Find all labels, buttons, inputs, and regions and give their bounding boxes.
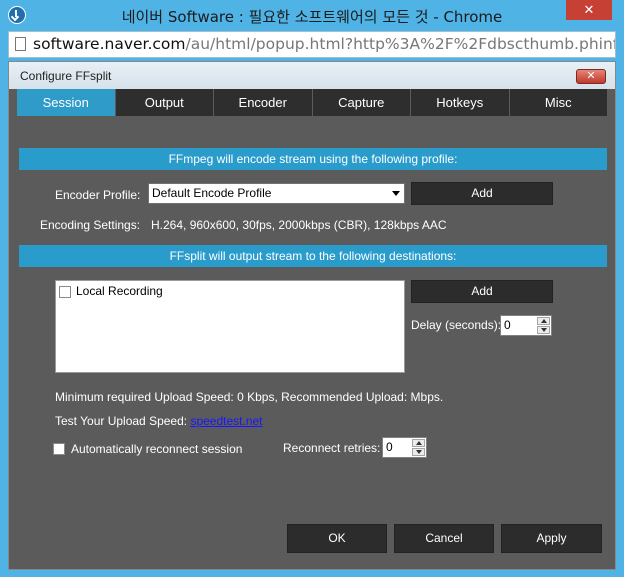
dialog-close-button[interactable]: ✕ xyxy=(576,69,606,84)
destinations-list[interactable]: Local Recording xyxy=(55,280,405,373)
spin-down-icon[interactable] xyxy=(537,326,550,334)
local-recording-label: Local Recording xyxy=(76,284,163,298)
reconnect-retries-stepper[interactable]: 0 xyxy=(382,437,427,458)
dialog-title: Configure FFsplit xyxy=(20,69,112,83)
window-titlebar: 네이버 Software : 필요한 소프트웨어의 모든 것 - Chrome … xyxy=(0,0,624,30)
configure-dialog: Configure FFsplit ✕ Session Output Encod… xyxy=(8,61,616,570)
dialog-titlebar: Configure FFsplit ✕ xyxy=(9,62,615,89)
test-upload-label: Test Your Upload Speed: xyxy=(55,414,188,428)
tab-hotkeys[interactable]: Hotkeys xyxy=(411,89,510,116)
tab-session[interactable]: Session xyxy=(17,89,116,116)
test-upload-row: Test Your Upload Speed: speedtest.net xyxy=(55,414,263,428)
add-destination-button[interactable]: Add xyxy=(411,280,553,303)
tab-misc[interactable]: Misc xyxy=(509,89,607,116)
apply-button[interactable]: Apply xyxy=(501,524,602,553)
reconnect-retries-value: 0 xyxy=(386,440,393,454)
url-host: software.naver.com xyxy=(33,35,186,53)
output-banner: FFsplit will output stream to the follow… xyxy=(19,245,607,267)
window-title: 네이버 Software : 필요한 소프트웨어의 모든 것 - Chrome xyxy=(121,8,503,26)
encoding-settings-label: Encoding Settings: xyxy=(40,218,141,232)
encoder-profile-label: Encoder Profile: xyxy=(55,188,141,202)
encoding-settings-value: H.264, 960x600, 30fps, 2000kbps (CBR), 1… xyxy=(151,218,447,232)
address-bar[interactable]: software.naver.com/au/html/popup.html?ht… xyxy=(8,31,616,58)
spin-up-icon[interactable] xyxy=(537,317,550,325)
tab-capture[interactable]: Capture xyxy=(312,89,411,116)
auto-reconnect-label: Automatically reconnect session xyxy=(71,442,243,456)
page-icon xyxy=(15,37,26,51)
tab-encoder[interactable]: Encoder xyxy=(214,89,313,116)
delay-label: Delay (seconds): xyxy=(411,318,502,332)
tab-bar: Session Output Encoder Capture Hotkeys M… xyxy=(17,89,607,116)
reconnect-retries-label: Reconnect retries: xyxy=(283,441,381,455)
spin-up-icon[interactable] xyxy=(412,439,425,447)
encoder-profile-value: Default Encode Profile xyxy=(152,186,272,200)
speedtest-link[interactable]: speedtest.net xyxy=(190,414,262,428)
delay-stepper[interactable]: 0 xyxy=(500,315,552,336)
encoder-profile-select[interactable]: Default Encode Profile xyxy=(148,183,405,204)
window-close-button[interactable]: ✕ xyxy=(566,0,612,20)
local-recording-checkbox[interactable] xyxy=(59,286,71,298)
chrome-window: 네이버 Software : 필요한 소프트웨어의 모든 것 - Chrome … xyxy=(0,0,624,577)
add-profile-button[interactable]: Add xyxy=(411,182,553,205)
tab-output[interactable]: Output xyxy=(115,89,214,116)
ok-button[interactable]: OK xyxy=(287,524,387,553)
spin-down-icon[interactable] xyxy=(412,448,425,456)
cancel-button[interactable]: Cancel xyxy=(394,524,494,553)
upload-speed-text: Minimum required Upload Speed: 0 Kbps, R… xyxy=(55,390,444,404)
url-text: software.naver.com/au/html/popup.html?ht… xyxy=(33,35,615,53)
chevron-down-icon xyxy=(392,191,400,196)
auto-reconnect-checkbox[interactable] xyxy=(53,443,65,455)
encode-banner: FFmpeg will encode stream using the foll… xyxy=(19,148,607,170)
url-path: /au/html/popup.html?http%3A%2F%2Fdbscthu… xyxy=(185,35,615,53)
delay-value: 0 xyxy=(504,318,511,332)
